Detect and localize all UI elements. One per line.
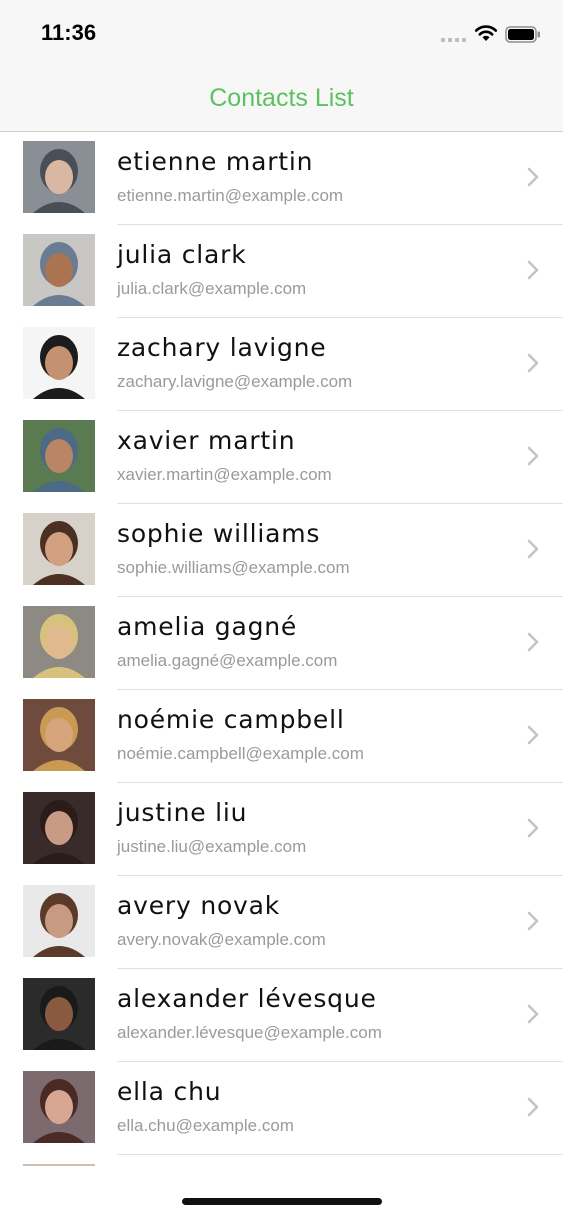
contact-name: avery novak xyxy=(117,891,281,920)
contact-email: amelia.gagné@example.com xyxy=(117,651,338,670)
contact-row[interactable]: etienne martin etienne.martin@example.com xyxy=(0,132,563,225)
avatar xyxy=(23,885,95,957)
contact-email: ella.chu@example.com xyxy=(117,1116,294,1135)
contact-row[interactable] xyxy=(0,1155,563,1166)
chevron-right-icon xyxy=(527,818,539,838)
contact-row[interactable]: noémie campbell noémie.campbell@example.c… xyxy=(0,690,563,783)
chevron-right-icon xyxy=(527,1097,539,1117)
avatar xyxy=(23,420,95,492)
chevron-right-icon xyxy=(527,725,539,745)
navigation-bar: Contacts List xyxy=(0,66,563,132)
status-bar: 11:36 xyxy=(0,0,563,66)
contact-name: etienne martin xyxy=(117,147,314,176)
contact-name: justine liu xyxy=(117,798,248,827)
contact-name: sophie williams xyxy=(117,519,321,548)
chevron-right-icon xyxy=(527,632,539,652)
chevron-right-icon xyxy=(527,446,539,466)
chevron-right-icon xyxy=(527,539,539,559)
signal-icon xyxy=(441,38,466,42)
avatar xyxy=(23,606,95,678)
contact-name: xavier martin xyxy=(117,426,296,455)
contact-email: etienne.martin@example.com xyxy=(117,186,344,205)
contact-name: julia clark xyxy=(117,240,247,269)
contact-row[interactable]: zachary lavigne zachary.lavigne@example.c… xyxy=(0,318,563,411)
chevron-right-icon xyxy=(527,167,539,187)
chevron-right-icon xyxy=(527,1004,539,1024)
avatar xyxy=(23,792,95,864)
contact-name: amelia gagné xyxy=(117,612,298,641)
avatar xyxy=(23,234,95,306)
contact-name: zachary lavigne xyxy=(117,333,327,362)
contact-email: sophie.williams@example.com xyxy=(117,558,350,577)
contact-name: noémie campbell xyxy=(117,705,345,734)
contact-email: alexander.lévesque@example.com xyxy=(117,1023,382,1042)
avatar xyxy=(23,1164,95,1166)
contact-row[interactable]: amelia gagné amelia.gagné@example.com xyxy=(0,597,563,690)
chevron-right-icon xyxy=(527,260,539,280)
contact-row[interactable]: xavier martin xavier.martin@example.com xyxy=(0,411,563,504)
contact-row[interactable]: justine liu justine.liu@example.com xyxy=(0,783,563,876)
avatar xyxy=(23,978,95,1050)
contact-email: avery.novak@example.com xyxy=(117,930,326,949)
contact-row[interactable]: alexander lévesque alexander.lévesque@exa… xyxy=(0,969,563,1062)
contact-row[interactable]: avery novak avery.novak@example.com xyxy=(0,876,563,969)
chevron-right-icon xyxy=(527,353,539,373)
battery-icon xyxy=(505,26,540,43)
contact-email: julia.clark@example.com xyxy=(117,279,307,298)
contact-row[interactable]: ella chu ella.chu@example.com xyxy=(0,1062,563,1155)
avatar xyxy=(23,513,95,585)
contact-name: ella chu xyxy=(117,1077,222,1106)
page-title: Contacts List xyxy=(209,84,354,112)
chevron-right-icon xyxy=(527,911,539,931)
avatar xyxy=(23,1071,95,1143)
home-indicator[interactable] xyxy=(182,1198,382,1205)
status-time: 11:36 xyxy=(41,20,97,45)
contact-name: alexander lévesque xyxy=(117,984,377,1013)
avatar xyxy=(23,699,95,771)
contact-email: xavier.martin@example.com xyxy=(117,465,332,484)
avatar xyxy=(23,141,95,213)
contact-email: justine.liu@example.com xyxy=(117,837,307,856)
wifi-icon xyxy=(474,25,498,41)
contact-email: noémie.campbell@example.com xyxy=(117,744,364,763)
contacts-list[interactable]: etienne martin etienne.martin@example.com… xyxy=(0,132,563,1166)
avatar xyxy=(23,327,95,399)
contact-row[interactable]: sophie williams sophie.williams@example.c… xyxy=(0,504,563,597)
contact-email: zachary.lavigne@example.com xyxy=(117,372,353,391)
contact-row[interactable]: julia clark julia.clark@example.com xyxy=(0,225,563,318)
